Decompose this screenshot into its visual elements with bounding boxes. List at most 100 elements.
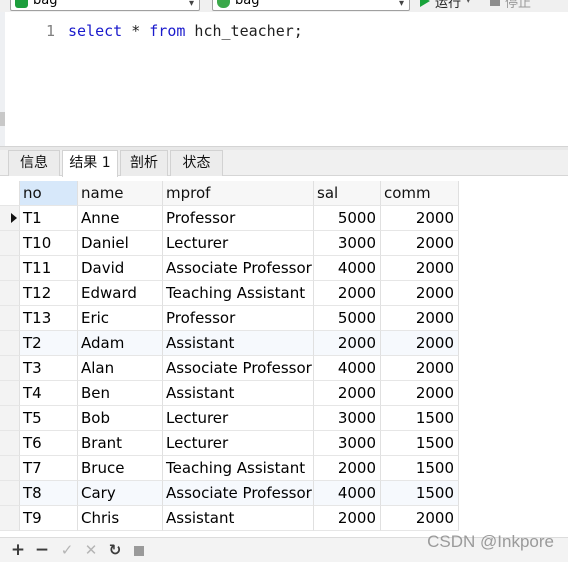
tab-profile[interactable]: 剖析 bbox=[120, 150, 168, 176]
cell-comm[interactable]: 2000 bbox=[381, 506, 459, 531]
cell-comm[interactable]: 2000 bbox=[381, 331, 459, 356]
row-marker[interactable] bbox=[0, 456, 20, 481]
cell-mprof[interactable]: Lecturer bbox=[163, 431, 314, 456]
cell-no[interactable]: T10 bbox=[20, 231, 78, 256]
cell-no[interactable]: T9 bbox=[20, 506, 78, 531]
table-row[interactable]: T5 Bob Lecturer 3000 1500 bbox=[0, 406, 459, 431]
cell-mprof[interactable]: Assistant bbox=[163, 381, 314, 406]
cell-no[interactable]: T1 bbox=[20, 206, 78, 231]
table-row[interactable]: T9 Chris Assistant 2000 2000 bbox=[0, 506, 459, 531]
row-marker[interactable] bbox=[0, 306, 20, 331]
row-marker[interactable] bbox=[0, 431, 20, 456]
sql-editor[interactable]: 1 select * from hch_teacher; bbox=[5, 12, 568, 146]
table-row[interactable]: T1 Anne Professor 5000 2000 bbox=[0, 206, 459, 231]
cell-sal[interactable]: 3000 bbox=[314, 231, 381, 256]
cell-name[interactable]: Anne bbox=[78, 206, 163, 231]
row-marker[interactable] bbox=[0, 406, 20, 431]
cell-sal[interactable]: 4000 bbox=[314, 481, 381, 506]
cell-comm[interactable]: 2000 bbox=[381, 381, 459, 406]
cell-mprof[interactable]: Teaching Assistant bbox=[163, 281, 314, 306]
cell-comm[interactable]: 2000 bbox=[381, 306, 459, 331]
row-marker[interactable] bbox=[0, 381, 20, 406]
cell-sal[interactable]: 4000 bbox=[314, 256, 381, 281]
table-row[interactable]: T10 Daniel Lecturer 3000 2000 bbox=[0, 231, 459, 256]
cell-mprof[interactable]: Assistant bbox=[163, 506, 314, 531]
database-select[interactable]: bag ▾ bbox=[212, 0, 410, 11]
cell-no[interactable]: T13 bbox=[20, 306, 78, 331]
result-grid[interactable]: no name mprof sal comm T1 Anne Professor 5000 200… bbox=[0, 177, 568, 533]
check-icon[interactable]: ✓ bbox=[58, 540, 76, 560]
table-row[interactable]: T11 David Associate Professor 4000 2000 bbox=[0, 256, 459, 281]
cell-name[interactable]: Daniel bbox=[78, 231, 163, 256]
cell-comm[interactable]: 2000 bbox=[381, 206, 459, 231]
sql-code-line[interactable]: select * from hch_teacher; bbox=[68, 22, 303, 40]
cell-name[interactable]: Brant bbox=[78, 431, 163, 456]
refresh-icon[interactable]: ↻ bbox=[106, 540, 124, 560]
cell-name[interactable]: Adam bbox=[78, 331, 163, 356]
cell-name[interactable]: Cary bbox=[78, 481, 163, 506]
cell-mprof[interactable]: Associate Professor bbox=[163, 356, 314, 381]
cell-name[interactable]: Chris bbox=[78, 506, 163, 531]
cell-mprof[interactable]: Professor bbox=[163, 206, 314, 231]
cell-mprof[interactable]: Professor bbox=[163, 306, 314, 331]
cell-no[interactable]: T6 bbox=[20, 431, 78, 456]
cell-name[interactable]: Bob bbox=[78, 406, 163, 431]
cell-name[interactable]: Ben bbox=[78, 381, 163, 406]
cell-mprof[interactable]: Associate Professor bbox=[163, 256, 314, 281]
cell-sal[interactable]: 4000 bbox=[314, 356, 381, 381]
cell-sal[interactable]: 3000 bbox=[314, 431, 381, 456]
cell-no[interactable]: T4 bbox=[20, 381, 78, 406]
table-row[interactable]: T6 Brant Lecturer 3000 1500 bbox=[0, 431, 459, 456]
cell-name[interactable]: Edward bbox=[78, 281, 163, 306]
cell-sal[interactable]: 5000 bbox=[314, 306, 381, 331]
table-row[interactable]: T12 Edward Teaching Assistant 2000 2000 bbox=[0, 281, 459, 306]
cell-comm[interactable]: 1500 bbox=[381, 456, 459, 481]
cell-mprof[interactable]: Assistant bbox=[163, 331, 314, 356]
cell-no[interactable]: T8 bbox=[20, 481, 78, 506]
cell-sal[interactable]: 2000 bbox=[314, 456, 381, 481]
table-row[interactable]: T7 Bruce Teaching Assistant 2000 1500 bbox=[0, 456, 459, 481]
table-row[interactable]: T3 Alan Associate Professor 4000 2000 bbox=[0, 356, 459, 381]
run-button[interactable]: 运行 ▾ bbox=[420, 0, 471, 11]
cell-mprof[interactable]: Lecturer bbox=[163, 231, 314, 256]
cell-sal[interactable]: 2000 bbox=[314, 381, 381, 406]
table-row[interactable]: T8 Cary Associate Professor 4000 1500 bbox=[0, 481, 459, 506]
cell-name[interactable]: Alan bbox=[78, 356, 163, 381]
cell-no[interactable]: T12 bbox=[20, 281, 78, 306]
column-header-sal[interactable]: sal bbox=[314, 181, 381, 206]
row-marker[interactable] bbox=[0, 506, 20, 531]
cell-comm[interactable]: 2000 bbox=[381, 281, 459, 306]
stop-icon[interactable] bbox=[134, 546, 144, 556]
cell-comm[interactable]: 1500 bbox=[381, 481, 459, 506]
cell-mprof[interactable]: Lecturer bbox=[163, 406, 314, 431]
cell-comm[interactable]: 2000 bbox=[381, 256, 459, 281]
tab-status[interactable]: 状态 bbox=[170, 150, 223, 176]
cell-mprof[interactable]: Teaching Assistant bbox=[163, 456, 314, 481]
cell-comm[interactable]: 2000 bbox=[381, 356, 459, 381]
cell-name[interactable]: Eric bbox=[78, 306, 163, 331]
plus-icon[interactable]: + bbox=[9, 540, 27, 560]
stop-button[interactable]: 停止 bbox=[490, 0, 531, 11]
cell-name[interactable]: Bruce bbox=[78, 456, 163, 481]
cell-comm[interactable]: 1500 bbox=[381, 406, 459, 431]
row-marker[interactable] bbox=[0, 206, 20, 231]
column-header-name[interactable]: name bbox=[78, 181, 163, 206]
cross-icon[interactable]: ✕ bbox=[82, 540, 100, 560]
cell-no[interactable]: T7 bbox=[20, 456, 78, 481]
table-row[interactable]: T13 Eric Professor 5000 2000 bbox=[0, 306, 459, 331]
row-marker[interactable] bbox=[0, 256, 20, 281]
cell-sal[interactable]: 2000 bbox=[314, 281, 381, 306]
column-header-comm[interactable]: comm bbox=[381, 181, 459, 206]
row-marker[interactable] bbox=[0, 356, 20, 381]
cell-no[interactable]: T5 bbox=[20, 406, 78, 431]
cell-sal[interactable]: 3000 bbox=[314, 406, 381, 431]
cell-mprof[interactable]: Associate Professor bbox=[163, 481, 314, 506]
tab-result-1[interactable]: 结果 1 bbox=[62, 150, 118, 177]
row-marker[interactable] bbox=[0, 331, 20, 356]
cell-no[interactable]: T2 bbox=[20, 331, 78, 356]
tab-info[interactable]: 信息 bbox=[8, 150, 60, 176]
cell-sal[interactable]: 5000 bbox=[314, 206, 381, 231]
cell-sal[interactable]: 2000 bbox=[314, 506, 381, 531]
cell-comm[interactable]: 2000 bbox=[381, 231, 459, 256]
column-header-mprof[interactable]: mprof bbox=[163, 181, 314, 206]
